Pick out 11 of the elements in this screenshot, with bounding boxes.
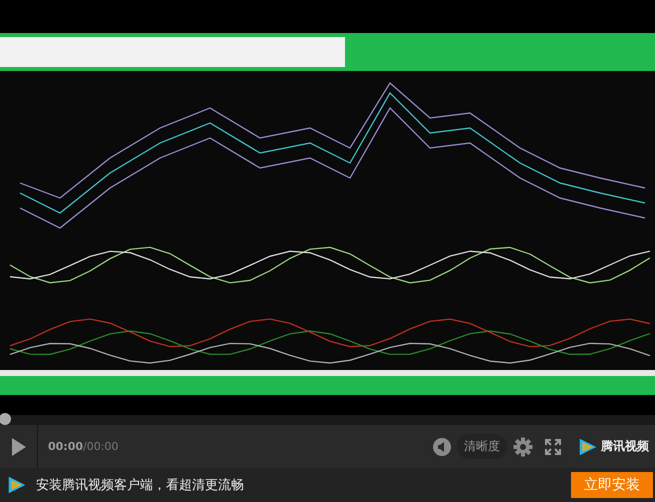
- progress-handle[interactable]: [0, 413, 11, 425]
- settings-icon[interactable]: [513, 436, 533, 456]
- logo-icon: [6, 474, 28, 496]
- play-icon: [10, 436, 26, 456]
- current-time: 00:00: [48, 440, 84, 453]
- promo-text: 安装腾讯视频客户端，看超清更流畅: [36, 477, 245, 494]
- brand-name: 腾讯视频: [601, 438, 649, 455]
- volume-icon[interactable]: [433, 438, 451, 456]
- total-time: /00:00: [83, 440, 118, 453]
- fullscreen-icon[interactable]: [545, 438, 561, 454]
- quality-button[interactable]: 清晰度: [457, 434, 507, 459]
